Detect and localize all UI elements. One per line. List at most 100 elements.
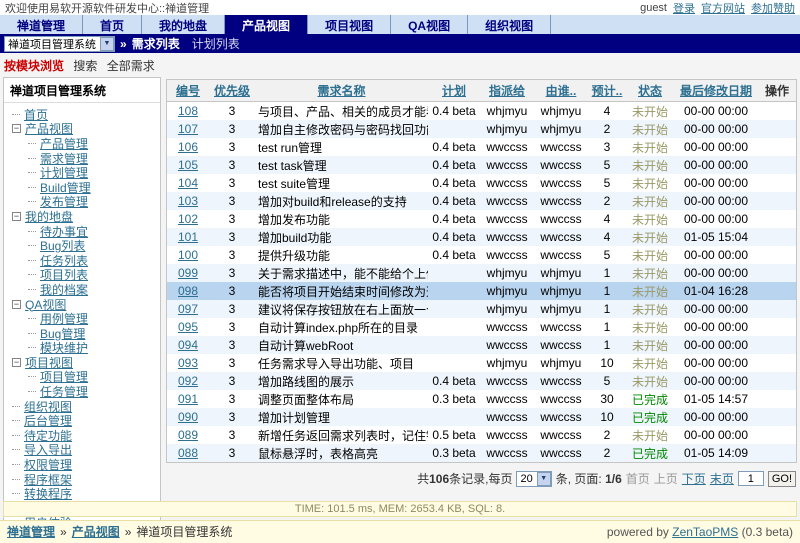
collapse-icon[interactable]: − <box>12 212 21 221</box>
go-button[interactable]: GO! <box>768 471 796 487</box>
story-id-link[interactable]: 088 <box>178 446 198 460</box>
opened-by-cell: wwccss <box>534 156 588 174</box>
table-row[interactable]: 1003提供升级功能0.4 betawwccsswwccss5未开始00-00 … <box>167 246 796 264</box>
goto-page-input[interactable] <box>738 471 764 486</box>
col-header-opened-by[interactable]: 由谁.. <box>546 84 577 98</box>
chevron-down-icon[interactable]: ▼ <box>537 472 551 486</box>
table-row[interactable]: 0983能否将项目开始结束时间修改为选择式或者给个示范whjmyuwhjmyu1… <box>167 282 796 300</box>
table-row[interactable]: 0933任务需求导入导出功能、项目whjmyuwhjmyu10未开始00-00 … <box>167 354 796 372</box>
all-stories-link[interactable]: 全部需求 <box>107 59 155 73</box>
official-site-link[interactable]: 官方网站 <box>701 0 745 16</box>
tab-product-view[interactable]: 产品视图 <box>225 15 308 34</box>
next-page-link[interactable]: 下页 <box>682 470 706 487</box>
table-row[interactable]: 1073增加自主修改密码与密码找回功能whjmyuwhjmyu2未开始00-00… <box>167 120 796 138</box>
story-id-link[interactable]: 102 <box>178 212 198 226</box>
assigned-to-cell: wwccss <box>480 426 534 444</box>
last-page-link[interactable]: 末页 <box>710 470 734 487</box>
story-title-cell: 自动计算webRoot <box>255 336 428 354</box>
sidebar-item: 待办事宜 <box>6 224 158 239</box>
chevron-down-icon[interactable]: ▼ <box>100 37 114 51</box>
tab-project-view[interactable]: 项目视图 <box>308 15 391 34</box>
per-page-select[interactable]: 20 ▼ <box>516 471 551 487</box>
tab-zentao-admin[interactable]: 禅道管理 <box>0 15 83 34</box>
welcome-bar: 欢迎使用易软开源软件研发中心::禅道管理 guest 登录 官方网站 参加赞助 <box>0 0 800 15</box>
actions-cell <box>758 138 796 156</box>
col-header-assigned[interactable]: 指派给 <box>489 84 525 98</box>
table-row[interactable]: 1033增加对build和release的支持0.4 betawwccsswwc… <box>167 192 796 210</box>
breadcrumb-zentao-admin[interactable]: 禅道管理 <box>7 523 55 540</box>
story-id-link[interactable]: 094 <box>178 338 198 352</box>
story-id-link[interactable]: 099 <box>178 266 198 280</box>
story-id-link[interactable]: 089 <box>178 428 198 442</box>
tab-org-view[interactable]: 组织视图 <box>468 15 551 34</box>
story-id-link[interactable]: 095 <box>178 320 198 334</box>
subnav-item[interactable]: 需求列表 <box>132 35 180 52</box>
browse-by-module-link[interactable]: 按模块浏览 <box>4 59 64 73</box>
story-id-link[interactable]: 101 <box>178 230 198 244</box>
opened-by-cell: wwccss <box>534 444 588 462</box>
story-title-cell: 鼠标悬浮时，表格高亮 <box>255 444 428 462</box>
story-id-link[interactable]: 107 <box>178 122 198 136</box>
story-id-link[interactable]: 090 <box>178 410 198 424</box>
priority-cell: 3 <box>209 372 255 390</box>
tab-qa-view[interactable]: QA视图 <box>391 15 468 34</box>
search-link[interactable]: 搜索 <box>73 59 97 73</box>
collapse-icon[interactable]: − <box>12 124 21 133</box>
story-id-link[interactable]: 108 <box>178 104 198 118</box>
table-row[interactable]: 0943自动计算webRootwwccsswwccss1未开始00-00 00:… <box>167 336 796 354</box>
collapse-icon[interactable]: − <box>12 358 21 367</box>
status-cell: 未开始 <box>626 192 674 210</box>
col-header-estimate[interactable]: 预计.. <box>592 84 623 98</box>
product-select[interactable]: 禅道项目管理系统 ▼ <box>4 36 115 52</box>
opened-by-cell: whjmyu <box>534 282 588 300</box>
tab-home[interactable]: 首页 <box>83 15 142 34</box>
story-id-link[interactable]: 103 <box>178 194 198 208</box>
table-row[interactable]: 0923增加路线图的展示0.4 betawwccsswwccss5未开始00-0… <box>167 372 796 390</box>
sponsor-link[interactable]: 参加赞助 <box>751 0 795 16</box>
story-id-link[interactable]: 104 <box>178 176 198 190</box>
col-header-last-edited[interactable]: 最后修改日期 <box>680 84 752 98</box>
status-badge: 未开始 <box>632 321 668 335</box>
story-id-link[interactable]: 093 <box>178 356 198 370</box>
story-id-link[interactable]: 098 <box>178 284 198 298</box>
col-header-status[interactable]: 状态 <box>638 84 662 98</box>
table-row[interactable]: 0903增加计划管理wwccsswwccss10已完成00-00 00:00 <box>167 408 796 426</box>
story-id-cell: 105 <box>167 156 209 174</box>
story-id-link[interactable]: 092 <box>178 374 198 388</box>
col-header-plan[interactable]: 计划 <box>442 84 466 98</box>
table-row[interactable]: 1013增加build功能0.4 betawwccsswwccss4未开始01-… <box>167 228 796 246</box>
story-id-link[interactable]: 100 <box>178 248 198 262</box>
table-row[interactable]: 1083与项目、产品、相关的成员才能看到本项、产品、bug0.4 betawhj… <box>167 102 796 121</box>
table-row[interactable]: 0883鼠标悬浮时，表格高亮0.3 betawwccsswwccss2已完成01… <box>167 444 796 462</box>
tree-connector <box>12 464 20 465</box>
story-id-link[interactable]: 105 <box>178 158 198 172</box>
table-row[interactable]: 0953自动计算index.php所在的目录wwccsswwccss1未开始00… <box>167 318 796 336</box>
story-id-link[interactable]: 106 <box>178 140 198 154</box>
tab-my-ground[interactable]: 我的地盘 <box>142 15 225 34</box>
collapse-icon[interactable]: − <box>12 300 21 309</box>
table-row[interactable]: 0913调整页面整体布局0.3 betawwccsswwccss30已完成01-… <box>167 390 796 408</box>
table-row[interactable]: 1023增加发布功能0.4 betawwccsswwccss4未开始00-00 … <box>167 210 796 228</box>
login-link[interactable]: 登录 <box>673 0 695 16</box>
last-edited-cell: 00-00 00:00 <box>674 318 758 336</box>
zentao-pms-link[interactable]: ZenTaoPMS <box>672 525 738 539</box>
story-id-link[interactable]: 097 <box>178 302 198 316</box>
table-row[interactable]: 0993关于需求描述中，能不能给个上传附件的功能whjmyuwhjmyu1未开始… <box>167 264 796 282</box>
col-header-priority[interactable]: 优先级 <box>214 84 250 98</box>
col-header-id[interactable]: 编号 <box>176 84 200 98</box>
actions-cell <box>758 264 796 282</box>
table-row[interactable]: 0893新增任务返回需求列表时，记住锚点0.5 betawwccsswwccss… <box>167 426 796 444</box>
plan-cell <box>428 282 480 300</box>
table-row[interactable]: 1053test task管理0.4 betawwccsswwccss5未开始0… <box>167 156 796 174</box>
table-row[interactable]: 1063test run管理0.4 betawwccsswwccss3未开始00… <box>167 138 796 156</box>
table-row[interactable]: 0973建议将保存按钮放在右上面放一个whjmyuwhjmyu1未开始00-00… <box>167 300 796 318</box>
table-row[interactable]: 1043test suite管理0.4 betawwccsswwccss5未开始… <box>167 174 796 192</box>
story-id-link[interactable]: 091 <box>178 392 198 406</box>
subnav-item[interactable]: 计划列表 <box>192 35 240 52</box>
tree-connector <box>12 493 20 494</box>
tree-connector <box>28 187 36 188</box>
status-cell: 未开始 <box>626 102 674 121</box>
breadcrumb-product-view[interactable]: 产品视图 <box>72 523 120 540</box>
col-header-title[interactable]: 需求名称 <box>317 84 365 98</box>
sidebar-title: 禅道项目管理系统 <box>4 78 160 103</box>
